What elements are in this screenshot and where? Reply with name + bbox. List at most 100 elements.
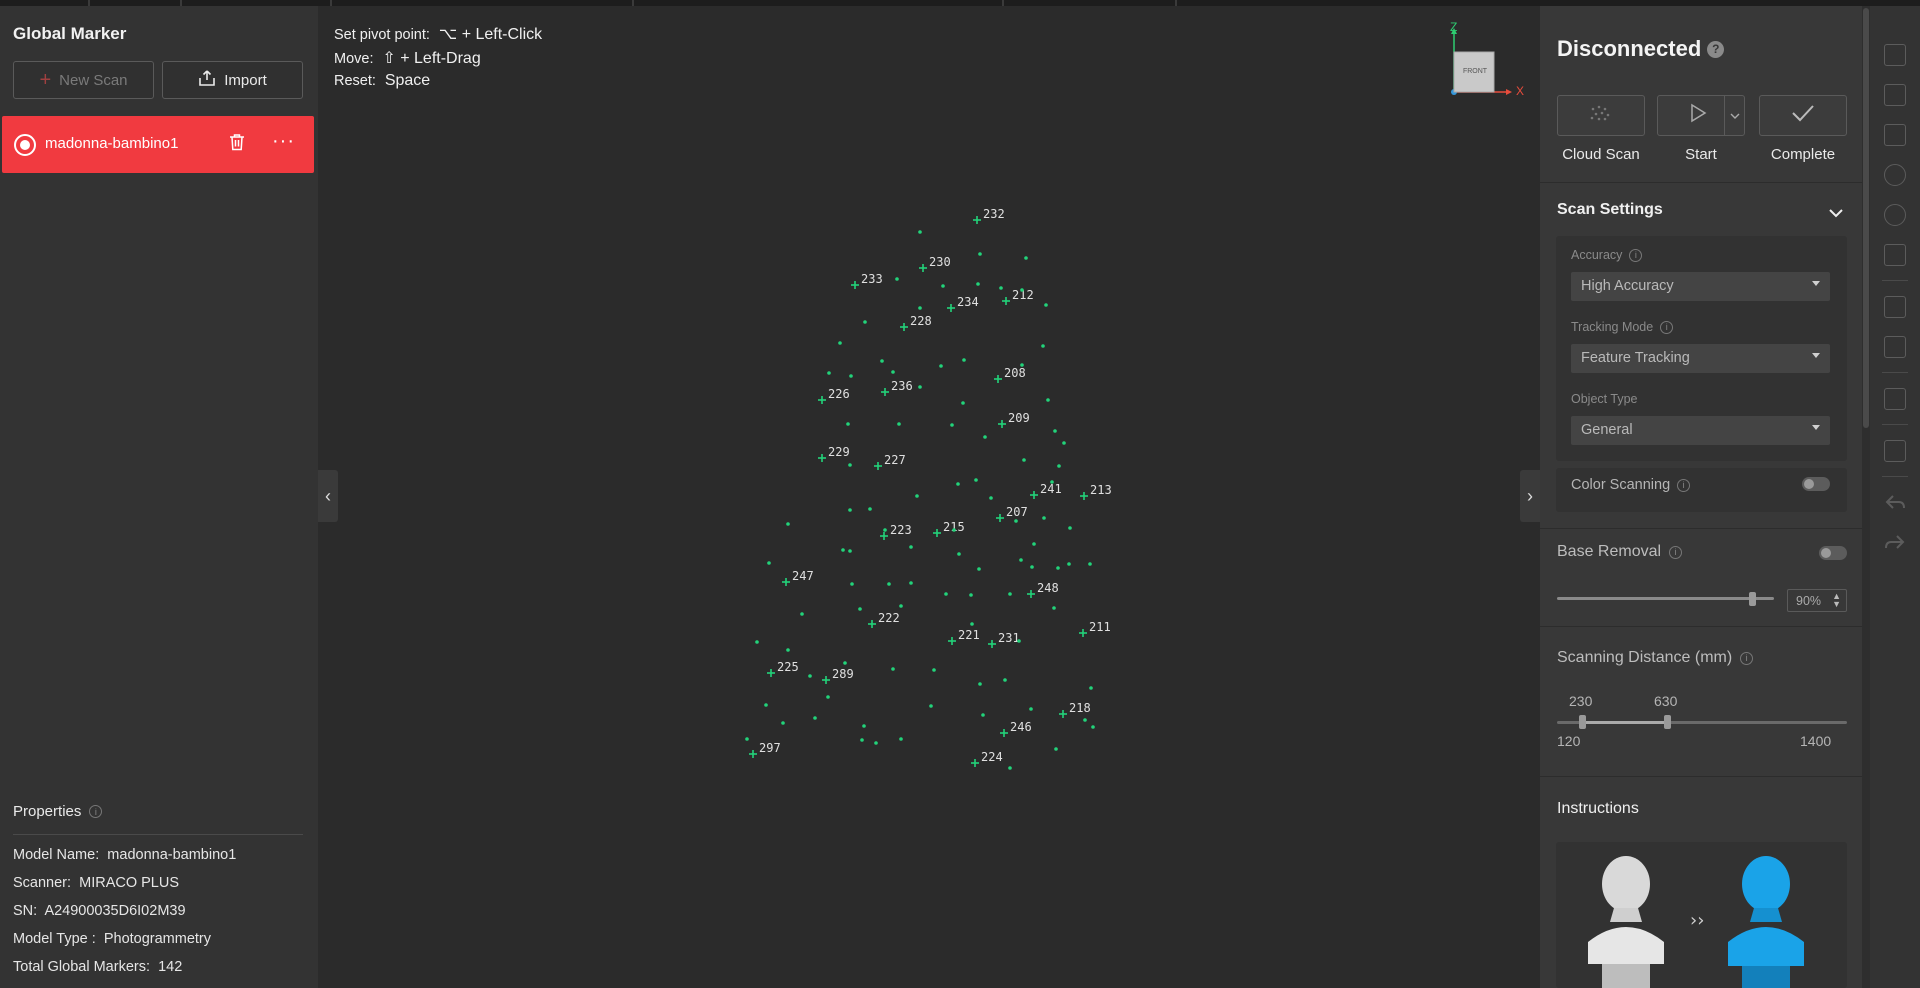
marker-point (999, 286, 1003, 290)
marker-point (786, 522, 790, 526)
base-removal-slider-thumb[interactable] (1749, 592, 1757, 606)
marker-label: 230 (929, 255, 951, 269)
info-icon[interactable]: i (1669, 545, 1683, 559)
marker-label: 247 (792, 569, 814, 583)
scan-settings-title[interactable]: Scan Settings (1557, 201, 1663, 219)
marker-label: 211 (1089, 620, 1111, 634)
marker-point (827, 371, 831, 375)
start-button[interactable] (1657, 95, 1745, 136)
connected-select-icon[interactable] (1884, 204, 1906, 226)
info-icon[interactable]: i (1677, 478, 1691, 492)
rectangle-select-icon[interactable] (1884, 84, 1906, 106)
marker-point (1062, 441, 1066, 445)
marker-213: 213 (1080, 483, 1112, 500)
start-dropdown-chevron-icon[interactable] (1724, 96, 1744, 135)
marker-point (1032, 542, 1036, 546)
marker-label: 229 (828, 445, 850, 459)
import-button[interactable]: Import (162, 61, 303, 99)
color-scanning-toggle[interactable] (1802, 477, 1830, 491)
marker-point (846, 422, 850, 426)
marker-point (883, 528, 887, 532)
base-removal-toggle[interactable] (1819, 546, 1847, 560)
marker-point (848, 463, 852, 467)
tracking-mode-select[interactable]: Feature Tracking (1571, 344, 1830, 373)
info-icon[interactable]: i (1660, 320, 1674, 334)
gizmo-x-label: X (1516, 84, 1525, 98)
trash-icon[interactable] (229, 133, 245, 156)
marker-point (932, 668, 936, 672)
distance-low-thumb[interactable] (1579, 715, 1586, 729)
marker-label: 228 (910, 314, 932, 328)
new-scan-label: New Scan (59, 71, 128, 89)
help-icon[interactable]: ? (1707, 40, 1725, 58)
collapse-left-button[interactable]: ‹ (318, 470, 338, 522)
right-panel-scrollbar[interactable] (1862, 6, 1870, 988)
brush-select-icon[interactable] (1884, 164, 1906, 186)
marker-point (1089, 686, 1093, 690)
property-sn: SN: A24900035D6I02M39 (13, 903, 186, 919)
marker-point (929, 704, 933, 708)
marker-point (868, 507, 872, 511)
toolbar-separator (1882, 476, 1908, 477)
info-icon[interactable]: i (89, 805, 103, 818)
select-tool-icon[interactable] (1884, 44, 1906, 66)
distance-low-value: 230 (1569, 693, 1593, 709)
marker-label: 231 (998, 631, 1020, 645)
scrollbar-thumb[interactable] (1863, 8, 1869, 428)
base-removal-percent-input[interactable]: 90% ▲ ▼ (1787, 589, 1847, 612)
accuracy-select[interactable]: High Accuracy (1571, 272, 1830, 301)
delete-icon[interactable] (1884, 440, 1906, 462)
marker-point (950, 423, 954, 427)
cloud-scan-button[interactable] (1557, 95, 1645, 136)
marker-point (1017, 639, 1021, 643)
info-icon[interactable]: i (1740, 651, 1754, 665)
edit-selection-icon[interactable] (1884, 336, 1906, 358)
invert-selection-icon[interactable] (1884, 296, 1906, 318)
marker-point (874, 741, 878, 745)
collapse-right-button[interactable]: › (1520, 470, 1540, 522)
orientation-gizmo[interactable]: Z X FRONT (1448, 20, 1524, 102)
checkmark-icon (1791, 104, 1815, 127)
marker-point (978, 682, 982, 686)
stepper-icon[interactable]: ▲ ▼ (1832, 592, 1841, 609)
import-icon (198, 69, 216, 91)
caret-down-icon (1812, 425, 1820, 430)
marker-label: 213 (1090, 483, 1112, 497)
marker-point (745, 737, 749, 741)
distance-high-thumb[interactable] (1664, 715, 1671, 729)
status-text: Disconnected (1557, 36, 1702, 61)
base-removal-slider[interactable] (1557, 597, 1774, 600)
gizmo-front-label: FRONT (1462, 68, 1488, 75)
scan-list-item[interactable]: madonna-bambino1 ··· (2, 116, 314, 173)
copy-icon[interactable] (1884, 388, 1906, 410)
redo-icon[interactable] (1884, 532, 1906, 554)
marker-209: 209 (998, 411, 1030, 428)
cloud-scan-label: Cloud Scan (1562, 146, 1640, 163)
marker-point (755, 640, 759, 644)
selected-radio-icon[interactable] (14, 134, 36, 156)
more-options-icon[interactable]: ··· (272, 130, 295, 153)
marker-289: 289 (822, 667, 854, 684)
marker-211: 211 (1079, 620, 1111, 637)
lasso-select-icon[interactable] (1884, 124, 1906, 146)
marker-point (983, 435, 987, 439)
marker-point (880, 359, 884, 363)
marker-point (1029, 707, 1033, 711)
chevron-down-icon[interactable] (1829, 205, 1843, 223)
marker-point (1052, 606, 1056, 610)
marker-point (800, 612, 804, 616)
marker-point (813, 716, 817, 720)
complete-button[interactable] (1759, 95, 1847, 136)
object-type-select[interactable]: General (1571, 416, 1830, 445)
new-scan-button[interactable]: + New Scan (13, 61, 154, 99)
marker-point (1054, 747, 1058, 751)
marker-label: 225 (777, 660, 799, 674)
3d-viewport[interactable]: Set pivot point: ⌥ + Left-Click Move: ⇧ … (318, 6, 1540, 988)
instructions-title: Instructions (1557, 800, 1639, 817)
marker-label: 289 (832, 667, 854, 681)
info-icon[interactable]: i (1629, 248, 1643, 262)
plane-cut-icon[interactable] (1884, 244, 1906, 266)
marker-point (1024, 256, 1028, 260)
marker-point (863, 320, 867, 324)
undo-icon[interactable] (1884, 492, 1906, 514)
